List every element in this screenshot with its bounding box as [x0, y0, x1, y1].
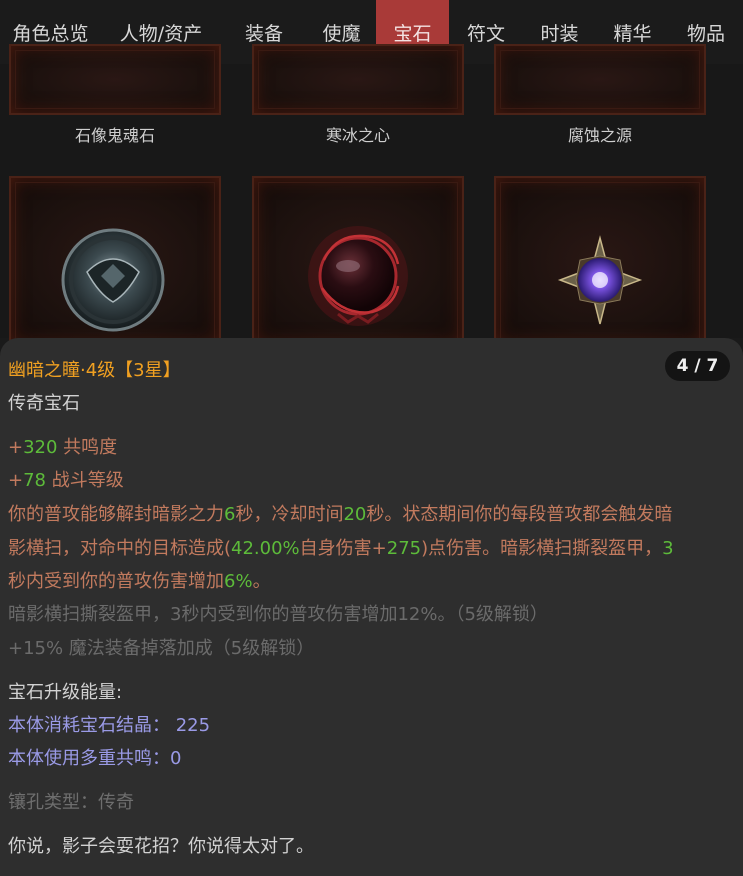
stat-combat-level: +78 战斗等级 [8, 466, 124, 492]
upgrade-crystal-cost: 本体消耗宝石结晶： 225 [8, 715, 211, 736]
effect-text: 秒内受到你的普攻伤害增加 [8, 571, 224, 592]
gem-card[interactable]: 石像鬼魂石 [9, 44, 221, 154]
blood-orb-gem-icon [308, 226, 408, 326]
effect-text: 秒，冷却时间 [235, 504, 344, 525]
effect-value: 275 [386, 538, 422, 559]
gem-frame [9, 44, 221, 115]
flavor-text: 你说，影子会耍花招？你说得太对了。 [8, 836, 314, 857]
gem-name: 寒冰之心 [325, 126, 390, 145]
gem-frame [252, 44, 464, 115]
stat-value: 78 [23, 470, 46, 491]
upgrade-multi-resonance: 本体使用多重共鸣：0 [8, 748, 182, 769]
effect-value: 20 [343, 504, 367, 525]
effect-text: 影横扫，对命中的目标造成( [8, 538, 232, 559]
stat-resonance: +320 共鸣度 [8, 433, 117, 459]
effect-text: 。 [252, 571, 271, 592]
gem-frame [494, 44, 706, 115]
locked-effect-2: +15% 魔法装备掉落加成（5级解锁） [8, 638, 315, 659]
effect-text: 你的普攻能够解封暗影之力 [8, 504, 224, 525]
gem-name: 石像鬼魂石 [74, 126, 155, 145]
upgrade-title: 宝石升级能量: [8, 682, 123, 703]
gem-grid: 石像鬼魂石 寒冰之心 腐蚀之源 [0, 44, 743, 346]
stat-sign: + [8, 437, 24, 458]
gem-card[interactable] [494, 176, 706, 346]
gem-card[interactable] [9, 176, 221, 346]
gem-name: 腐蚀之源 [567, 126, 632, 145]
gem-title: 幽暗之瞳·4级【3星】 [8, 360, 181, 381]
effect-text: 自身伤害+ [299, 538, 387, 559]
stat-label: 共鸣度 [57, 437, 118, 458]
locked-effect-1: 暗影横扫撕裂盔甲，3秒内受到你的普攻伤害增加12%。（5级解锁） [8, 604, 548, 625]
effect-value: 6 [224, 504, 236, 525]
stat-sign: + [8, 470, 24, 491]
socket-type: 镶孔类型：传奇 [8, 792, 134, 813]
effect-line-1: 你的普攻能够解封暗影之力6秒，冷却时间20秒。状态期间你的每段普攻都会触发暗 [8, 500, 672, 526]
dark-eye-gem-icon [61, 228, 165, 332]
star-crystal-gem-icon [557, 235, 643, 325]
gem-detail-panel: 幽暗之瞳·4级【3星】 4 / 7 传奇宝石 +320 共鸣度 +78 战斗等级… [0, 338, 743, 876]
stat-value: 320 [23, 437, 58, 458]
effect-text: )点伤害。暗影横扫撕裂盔甲， [421, 538, 663, 559]
gem-frame [252, 176, 464, 346]
gem-frame [494, 176, 706, 346]
gem-frame [9, 176, 221, 346]
page-counter: 4 / 7 [665, 351, 730, 381]
effect-line-2: 影横扫，对命中的目标造成(42.00%自身伤害+275)点伤害。暗影横扫撕裂盔甲… [8, 534, 674, 560]
stat-label: 战斗等级 [46, 470, 124, 491]
gem-type: 传奇宝石 [8, 393, 80, 414]
gem-card[interactable]: 腐蚀之源 [494, 44, 706, 154]
effect-text: 秒。状态期间你的每段普攻都会触发暗 [366, 504, 673, 525]
gem-card[interactable]: 寒冰之心 [252, 44, 464, 154]
effect-value: 3 [662, 538, 674, 559]
effect-line-3: 秒内受到你的普攻伤害增加6%。 [8, 567, 271, 593]
effect-value: 6% [224, 571, 253, 592]
gem-card[interactable] [252, 176, 464, 346]
effect-value: 42.00% [231, 538, 300, 559]
